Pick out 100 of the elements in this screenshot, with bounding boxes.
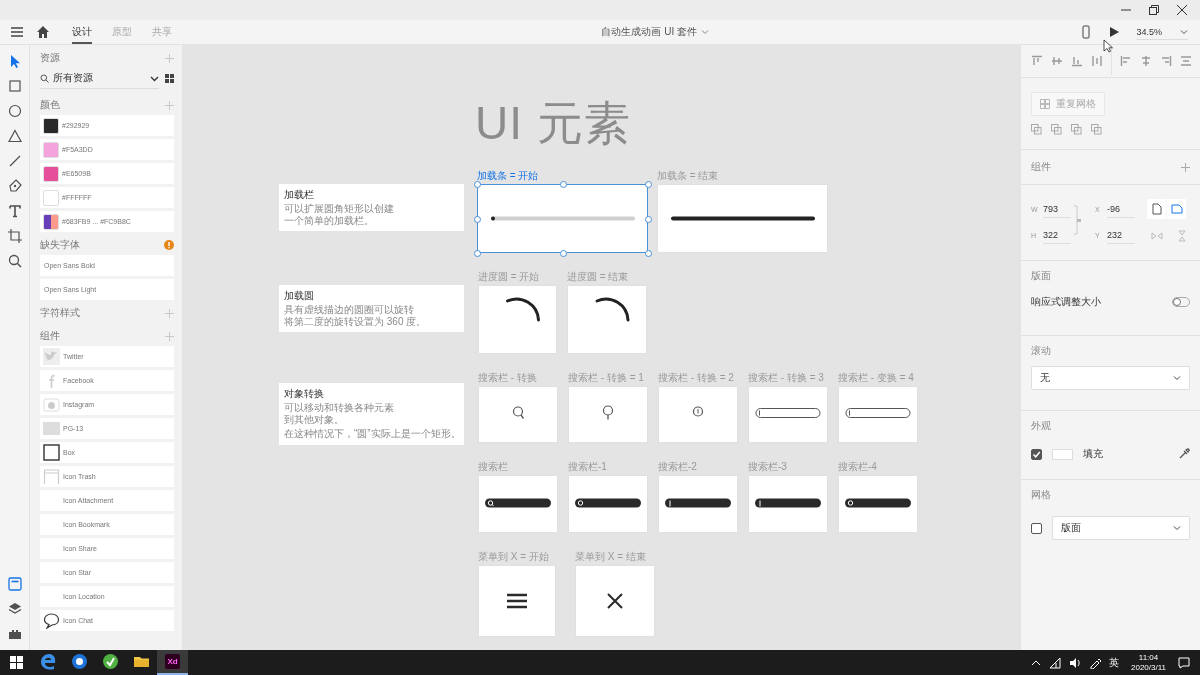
search-bar-drawing	[845, 498, 911, 508]
warning-icon	[164, 240, 174, 250]
taskbar-app[interactable]: Xd	[157, 650, 188, 675]
section-heading: 字符样式	[40, 306, 80, 320]
speech-bubble-icon	[43, 612, 60, 629]
exclude-icon[interactable]	[1091, 124, 1102, 135]
clock-date[interactable]: 2020/3/11	[1131, 662, 1166, 673]
intersect-icon[interactable]	[1071, 124, 1082, 135]
pen-tool-icon[interactable]	[6, 178, 23, 194]
align-center-icon[interactable]	[1140, 55, 1152, 67]
number-field[interactable]: 232	[1107, 227, 1135, 244]
section-heading: 组件	[1031, 160, 1051, 174]
layers-icon[interactable]	[6, 601, 23, 617]
add-icon[interactable]	[1181, 162, 1190, 172]
letter-f-icon	[48, 373, 55, 388]
search-icon[interactable]	[6, 253, 23, 269]
number-field[interactable]: 793	[1043, 200, 1071, 218]
network-icon[interactable]	[1049, 656, 1061, 669]
number-field[interactable]: -96	[1107, 200, 1135, 218]
grid-view-icon[interactable]	[165, 74, 174, 83]
text-tool-icon[interactable]	[6, 203, 23, 219]
arc-drawing	[595, 297, 630, 322]
home-icon[interactable]	[36, 25, 50, 39]
app-icon	[102, 653, 119, 670]
camera-icon	[43, 396, 60, 413]
align-middle-icon[interactable]	[1051, 55, 1063, 67]
artboard-label[interactable]: 加载条 = 开始	[477, 170, 539, 182]
section-heading: 组件	[40, 329, 60, 343]
union-icon[interactable]	[1031, 124, 1042, 135]
search-field-drawing	[845, 408, 911, 418]
gradient-swatch	[43, 213, 59, 230]
zoom-dropdown[interactable]: 34.5%	[1136, 24, 1188, 40]
align-bottom-icon[interactable]	[1071, 55, 1083, 67]
resize-handle[interactable]	[645, 250, 652, 257]
phone-icon[interactable]	[1080, 25, 1093, 39]
volume-icon[interactable]	[1069, 656, 1081, 669]
number-field[interactable]: 322	[1043, 227, 1071, 244]
assets-icon[interactable]	[6, 576, 23, 592]
rectangle-tool-icon[interactable]	[6, 78, 23, 94]
section-heading: 外观	[1031, 419, 1052, 433]
search-bar-drawing	[755, 498, 821, 508]
artboard-tool-icon[interactable]	[6, 228, 23, 244]
search-field-drawing	[755, 408, 821, 418]
resize-handle[interactable]	[559, 250, 567, 257]
eyedropper-icon[interactable]	[1178, 448, 1190, 460]
grid-dropdown[interactable]: 版面	[1052, 516, 1190, 540]
play-icon[interactable]	[1108, 26, 1121, 38]
canvas-title: UI 元素	[475, 96, 631, 151]
resize-handle[interactable]	[645, 181, 652, 188]
align-top-icon[interactable]	[1031, 55, 1043, 67]
section-heading: 资源	[40, 51, 60, 65]
search-icon	[512, 406, 525, 420]
close-icon	[607, 593, 623, 609]
note-title: 加载栏	[284, 188, 315, 202]
align-left-icon[interactable]	[1120, 55, 1132, 67]
app-logo: Xd	[165, 654, 180, 669]
note-text: 一个简单的加载栏。	[284, 214, 375, 226]
triangle-tool-icon[interactable]	[6, 128, 23, 144]
toggle-switch[interactable]	[1172, 297, 1190, 307]
section-heading: 缺失字体	[40, 238, 80, 252]
subtract-icon[interactable]	[1051, 124, 1062, 135]
menu-icon[interactable]	[10, 25, 24, 39]
resize-handle[interactable]	[474, 181, 481, 188]
clock-time[interactable]: 11:04	[1138, 652, 1159, 663]
check-icon	[1032, 449, 1041, 459]
checkbox[interactable]	[1031, 522, 1042, 534]
scroll-dropdown[interactable]: 无	[1031, 366, 1190, 390]
resize-handle[interactable]	[474, 250, 481, 257]
landscape-icon[interactable]	[1170, 204, 1183, 214]
checkbox[interactable]	[1031, 448, 1042, 460]
resize-handle[interactable]	[645, 215, 652, 223]
section-heading: 颜色	[40, 98, 60, 112]
fill-color-swatch[interactable]	[1052, 448, 1073, 460]
ellipse-tool-icon[interactable]	[6, 103, 23, 119]
resize-handle[interactable]	[474, 215, 481, 223]
search-icon	[40, 73, 49, 83]
windows-start-icon[interactable]	[10, 656, 23, 669]
align-right-icon[interactable]	[1160, 55, 1172, 67]
browser-icon	[40, 653, 57, 670]
frame-icon	[43, 468, 60, 485]
portrait-icon[interactable]	[1151, 203, 1162, 215]
app-icon	[71, 653, 88, 670]
section-heading: 网格	[1031, 488, 1052, 502]
note-text: 到其他对象。	[284, 413, 345, 425]
arc-drawing	[506, 297, 540, 322]
input-method[interactable]: 英	[1109, 655, 1119, 670]
close-icon[interactable]	[1176, 4, 1188, 16]
filter-dropdown[interactable]: 所有资源	[40, 68, 159, 89]
note-text: 将第二度的旋转设置为 360 度。	[284, 315, 428, 327]
search-bar-drawing	[575, 498, 641, 508]
grid-icon	[1040, 99, 1050, 109]
document-title[interactable]: 自动生成动画 UI 套件	[601, 25, 697, 39]
search-bar-drawing	[485, 498, 551, 508]
ring-icon	[692, 406, 704, 417]
resize-handle[interactable]	[559, 181, 567, 188]
notification-icon[interactable]	[1178, 656, 1190, 669]
section-heading: 滚动	[1031, 344, 1052, 358]
caret-icon	[1173, 374, 1181, 382]
pen-icon[interactable]	[1089, 656, 1101, 669]
restore-icon[interactable]	[1148, 4, 1160, 16]
